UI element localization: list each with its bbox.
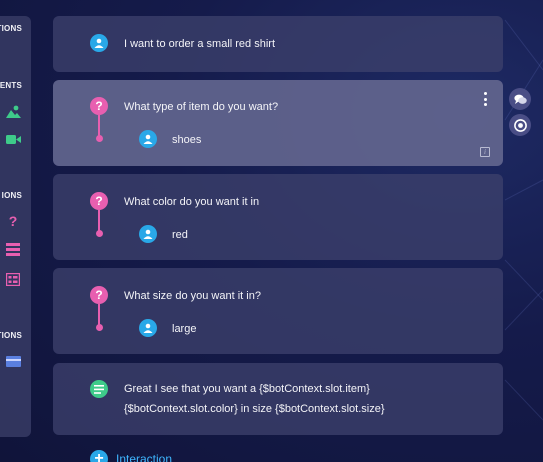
question-icon: ? — [90, 192, 108, 210]
question-card[interactable]: ? What size do you want it in? large — [53, 268, 503, 354]
info-icon[interactable]: i — [480, 147, 490, 157]
question-text: What size do you want it in? — [124, 290, 261, 302]
bot-message-line: {$botContext.slot.color} in size {$botCo… — [124, 403, 385, 415]
bot-message-line: Great I see that you want a {$botContext… — [124, 383, 370, 395]
connector-line — [98, 115, 100, 137]
add-interaction-label: Interaction — [116, 452, 173, 462]
card-icon[interactable] — [5, 353, 21, 369]
question-card[interactable]: ? What type of item do you want? shoes i — [53, 80, 503, 166]
connector-dot — [95, 135, 103, 142]
answer-text: red — [172, 229, 188, 241]
user-message-card[interactable]: I want to order a small red shirt — [53, 16, 503, 72]
bot-settings-icon[interactable] — [509, 114, 531, 136]
plus-icon: + — [90, 450, 108, 462]
sidebar-section-label: IONS — [1, 191, 22, 200]
question-card[interactable]: ? What color do you want it in red — [53, 174, 503, 260]
form-icon[interactable] — [5, 271, 21, 287]
user-avatar-icon — [139, 130, 157, 148]
connector-dot — [95, 324, 103, 331]
text-message-icon — [90, 380, 108, 398]
connector-line — [98, 210, 100, 232]
sidebar-section-label: TIONS — [0, 331, 22, 340]
chat-bubbles-icon[interactable] — [509, 88, 531, 110]
answer-text: shoes — [172, 134, 202, 146]
question-icon: ? — [90, 97, 108, 115]
bot-message-card[interactable]: Great I see that you want a {$botContext… — [53, 363, 503, 435]
connector-line — [98, 304, 100, 326]
list-icon[interactable] — [5, 241, 21, 257]
question-icon: ? — [90, 286, 108, 304]
user-avatar-icon — [139, 319, 157, 337]
left-sidebar: TIONS ENTS IONS ? TIONS — [0, 16, 31, 437]
add-interaction-button[interactable]: + Interaction — [90, 450, 172, 462]
connector-dot — [95, 230, 103, 237]
image-icon[interactable] — [5, 103, 21, 119]
user-message-text: I want to order a small red shirt — [124, 38, 276, 50]
more-options-icon[interactable] — [481, 92, 489, 106]
sidebar-section-label: ENTS — [0, 81, 22, 90]
user-avatar-icon — [90, 34, 108, 52]
question-text: What type of item do you want? — [124, 101, 279, 113]
question-text: What color do you want it in — [124, 196, 260, 208]
answer-text: large — [172, 323, 197, 335]
question-icon[interactable]: ? — [5, 213, 21, 229]
sidebar-section-label: TIONS — [0, 24, 22, 33]
video-icon[interactable] — [5, 131, 21, 147]
user-avatar-icon — [139, 225, 157, 243]
